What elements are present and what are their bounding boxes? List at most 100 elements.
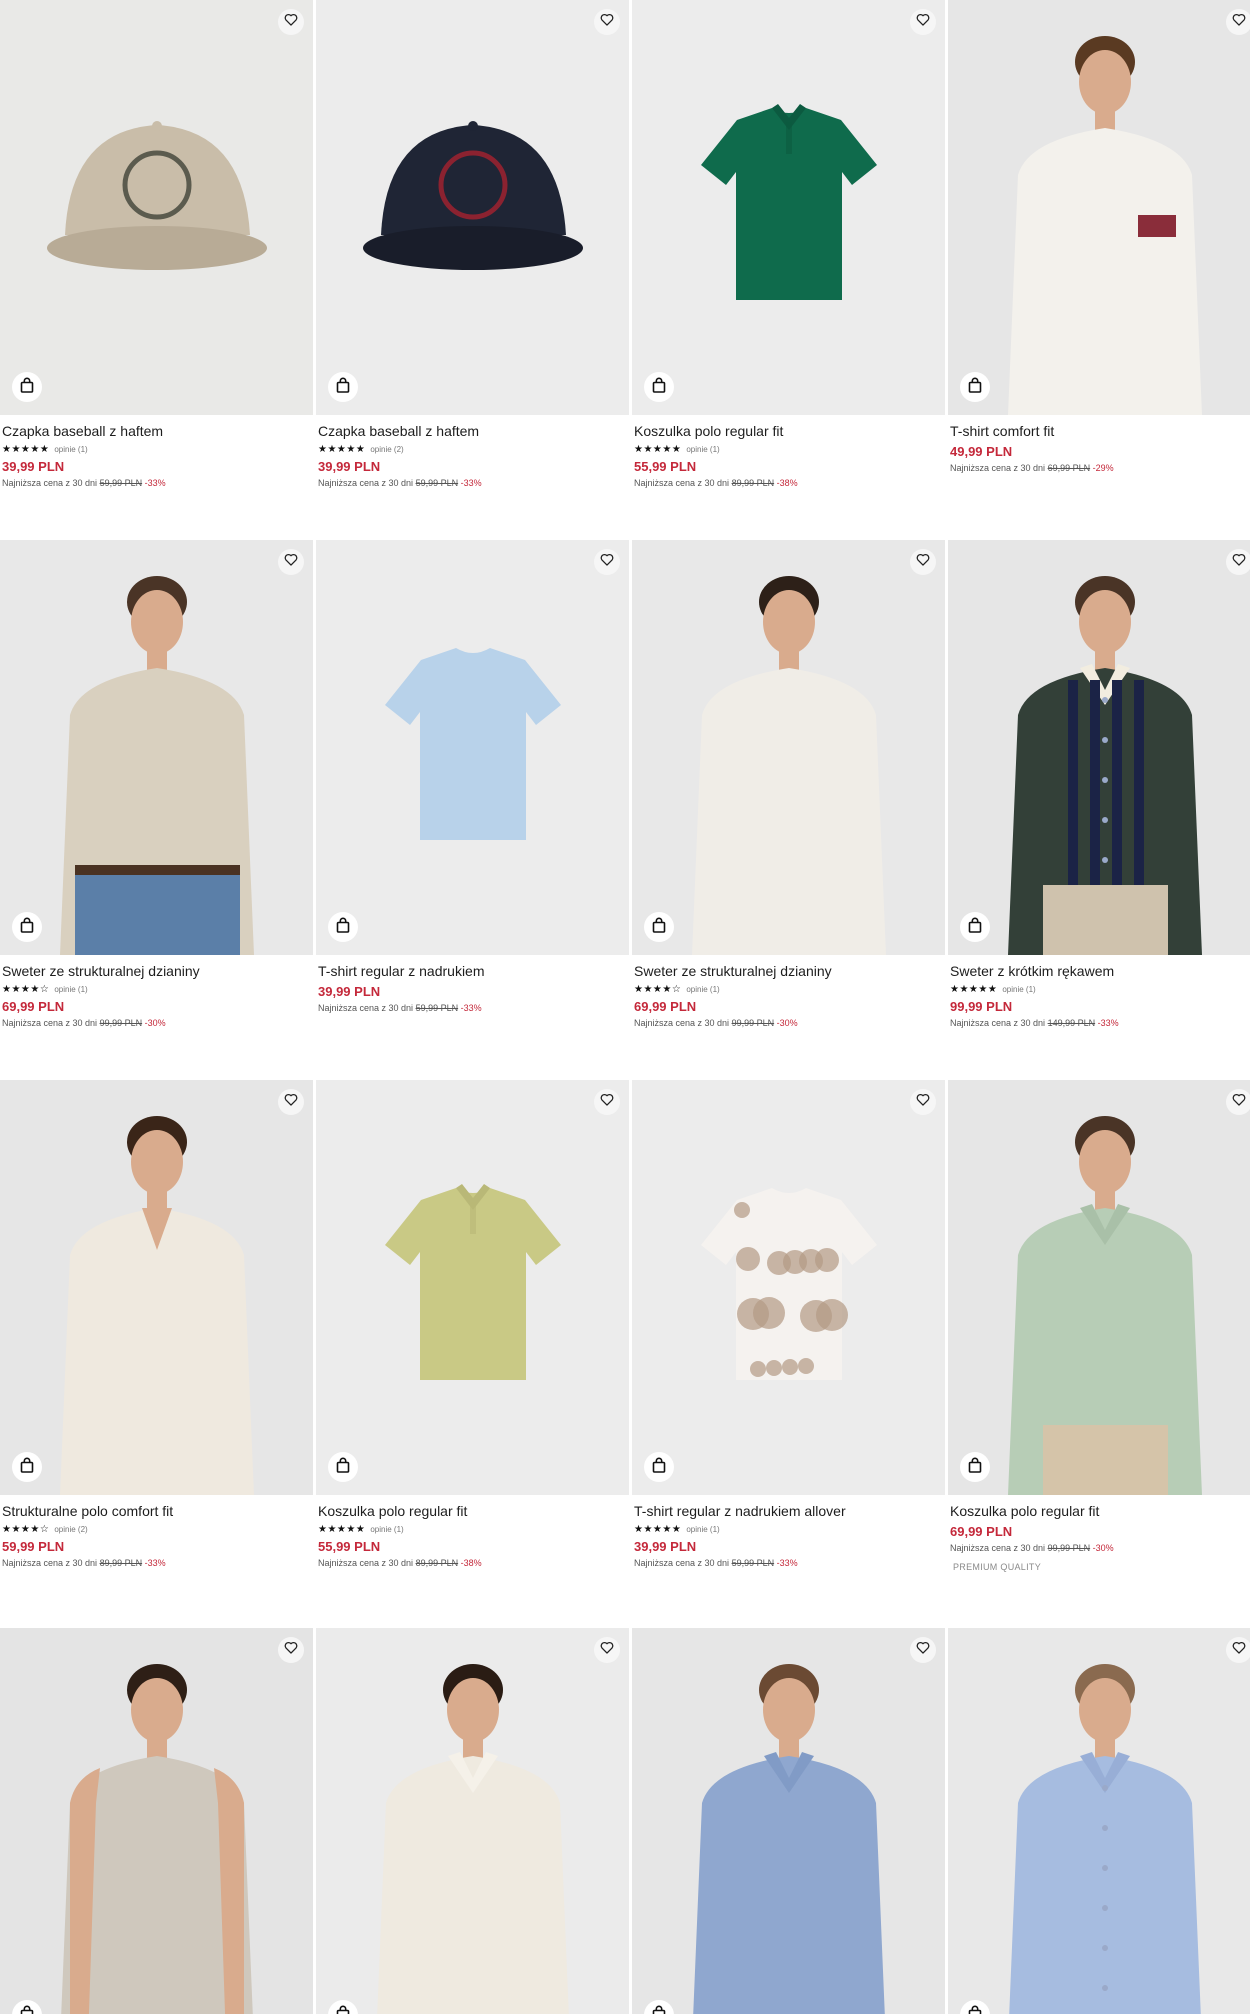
add-to-cart-button[interactable] — [328, 1452, 358, 1482]
product-image[interactable] — [948, 540, 1250, 955]
product-photo — [1008, 1116, 1202, 1495]
product-price: 99,99 PLN — [950, 999, 1013, 1014]
product-image[interactable] — [316, 540, 629, 955]
product-image[interactable] — [632, 1080, 945, 1495]
add-to-cart-button[interactable] — [12, 912, 42, 942]
product-name[interactable]: Koszulka polo regular fit — [634, 423, 943, 440]
lowest-price-info: Najniższa cena z 30 dni 59,99 PLN -33% — [634, 1558, 943, 1568]
add-to-wishlist-button[interactable] — [910, 1089, 936, 1115]
product-image[interactable] — [316, 1080, 629, 1495]
product-photo — [693, 1664, 885, 2014]
product-name[interactable]: Sweter ze strukturalnej dzianiny — [2, 963, 311, 980]
rating-stars: ★★★★☆ — [634, 983, 682, 995]
rating-stars: ★★★★★ — [634, 1523, 682, 1535]
product-name[interactable]: Strukturalne polo comfort fit — [2, 1503, 311, 1520]
add-to-cart-button[interactable] — [12, 372, 42, 402]
product-card[interactable]: Koszulka polo regular fit 69,99 PLN Najniż… — [948, 1080, 1250, 1572]
product-card[interactable]: Czapka baseball z haftem ★★★★★ opinie (1) 3… — [0, 0, 313, 488]
add-to-cart-button[interactable] — [960, 1452, 990, 1482]
reviews-count[interactable]: opinie (2) — [370, 445, 403, 454]
lowest-price-label: Najniższa cena z 30 dni — [2, 1018, 98, 1028]
product-card[interactable] — [632, 1628, 945, 2014]
product-image[interactable] — [316, 1628, 629, 2014]
product-card[interactable]: Koszulka polo regular fit ★★★★★ opinie (1)… — [316, 1080, 629, 1568]
add-to-cart-button[interactable] — [644, 1452, 674, 1482]
product-name[interactable]: Sweter z krótkim rękawem — [950, 963, 1250, 980]
product-name[interactable]: Koszulka polo regular fit — [950, 1503, 1250, 1520]
product-image[interactable] — [316, 0, 629, 415]
add-to-wishlist-button[interactable] — [594, 549, 620, 575]
product-image[interactable] — [0, 540, 313, 955]
product-image[interactable] — [948, 1628, 1250, 2014]
reviews-count[interactable]: opinie (1) — [54, 445, 87, 454]
product-grid: Czapka baseball z haftem ★★★★★ opinie (1) 3… — [0, 0, 1250, 2014]
add-to-cart-button[interactable] — [644, 372, 674, 402]
add-to-cart-button[interactable] — [12, 1452, 42, 1482]
add-to-cart-button[interactable] — [328, 372, 358, 402]
reviews-count[interactable]: opinie (1) — [686, 1525, 719, 1534]
product-card[interactable]: Koszulka polo regular fit ★★★★★ opinie (1)… — [632, 0, 945, 488]
reviews-count[interactable]: opinie (1) — [54, 985, 87, 994]
reviews-count[interactable]: opinie (1) — [1002, 985, 1035, 994]
product-image[interactable] — [0, 1080, 313, 1495]
product-name[interactable]: Sweter ze strukturalnej dzianiny — [634, 963, 943, 980]
add-to-wishlist-button[interactable] — [278, 549, 304, 575]
add-to-cart-button[interactable] — [328, 912, 358, 942]
product-card[interactable] — [948, 1628, 1250, 2014]
product-card[interactable]: Sweter z krótkim rękawem ★★★★★ opinie (1) 9… — [948, 540, 1250, 1028]
product-card[interactable]: Sweter ze strukturalnej dzianiny ★★★★☆ opi… — [0, 540, 313, 1028]
reviews-count[interactable]: opinie (2) — [54, 1525, 87, 1534]
product-name[interactable]: Koszulka polo regular fit — [318, 1503, 627, 1520]
add-to-wishlist-button[interactable] — [910, 549, 936, 575]
product-image[interactable] — [948, 0, 1250, 415]
add-to-wishlist-button[interactable] — [1226, 1637, 1250, 1663]
old-price: 59,99 PLN — [415, 478, 459, 488]
shopping-bag-icon — [336, 2005, 350, 2014]
heart-icon — [916, 553, 930, 571]
product-card[interactable]: Strukturalne polo comfort fit ★★★★☆ opinie… — [0, 1080, 313, 1568]
add-to-wishlist-button[interactable] — [1226, 9, 1250, 35]
product-card[interactable]: T-shirt regular z nadrukiem 39,99 PLN Najn… — [316, 540, 629, 1013]
product-image[interactable] — [0, 0, 313, 415]
add-to-wishlist-button[interactable] — [594, 9, 620, 35]
add-to-wishlist-button[interactable] — [1226, 549, 1250, 575]
product-card[interactable]: T-shirt regular z nadrukiem allover ★★★★★… — [632, 1080, 945, 1568]
product-name[interactable]: T-shirt comfort fit — [950, 423, 1250, 440]
add-to-wishlist-button[interactable] — [278, 9, 304, 35]
product-info: Sweter z krótkim rękawem ★★★★★ opinie (1) 9… — [948, 955, 1250, 1028]
add-to-wishlist-button[interactable] — [910, 9, 936, 35]
product-name[interactable]: Czapka baseball z haftem — [318, 423, 627, 440]
product-card[interactable] — [0, 1628, 313, 2014]
shopping-bag-icon — [652, 917, 666, 938]
reviews-count[interactable]: opinie (1) — [686, 445, 719, 454]
discount-badge: -29% — [1092, 463, 1114, 473]
reviews-count[interactable]: opinie (1) — [370, 1525, 403, 1534]
add-to-wishlist-button[interactable] — [594, 1637, 620, 1663]
add-to-wishlist-button[interactable] — [910, 1637, 936, 1663]
product-image[interactable] — [632, 1628, 945, 2014]
reviews-count[interactable]: opinie (1) — [686, 985, 719, 994]
add-to-wishlist-button[interactable] — [1226, 1089, 1250, 1115]
heart-icon — [1232, 1641, 1246, 1659]
product-image[interactable] — [632, 0, 945, 415]
lowest-price-info: Najniższa cena z 30 dni 59,99 PLN -33% — [2, 478, 311, 488]
add-to-cart-button[interactable] — [644, 912, 674, 942]
product-card[interactable] — [316, 1628, 629, 2014]
product-name[interactable]: T-shirt regular z nadrukiem allover — [634, 1503, 943, 1520]
add-to-wishlist-button[interactable] — [594, 1089, 620, 1115]
add-to-wishlist-button[interactable] — [278, 1089, 304, 1115]
discount-badge: -33% — [460, 1003, 482, 1013]
product-price: 69,99 PLN — [634, 999, 697, 1014]
add-to-cart-button[interactable] — [960, 372, 990, 402]
product-name[interactable]: T-shirt regular z nadrukiem — [318, 963, 627, 980]
product-card[interactable]: Czapka baseball z haftem ★★★★★ opinie (2) 3… — [316, 0, 629, 488]
shopping-bag-icon — [968, 2005, 982, 2014]
product-card[interactable]: T-shirt comfort fit 49,99 PLN Najniższa ce… — [948, 0, 1250, 473]
product-image[interactable] — [632, 540, 945, 955]
product-image[interactable] — [0, 1628, 313, 2014]
product-image[interactable] — [948, 1080, 1250, 1495]
add-to-wishlist-button[interactable] — [278, 1637, 304, 1663]
product-name[interactable]: Czapka baseball z haftem — [2, 423, 311, 440]
add-to-cart-button[interactable] — [960, 912, 990, 942]
product-card[interactable]: Sweter ze strukturalnej dzianiny ★★★★☆ opi… — [632, 540, 945, 1028]
